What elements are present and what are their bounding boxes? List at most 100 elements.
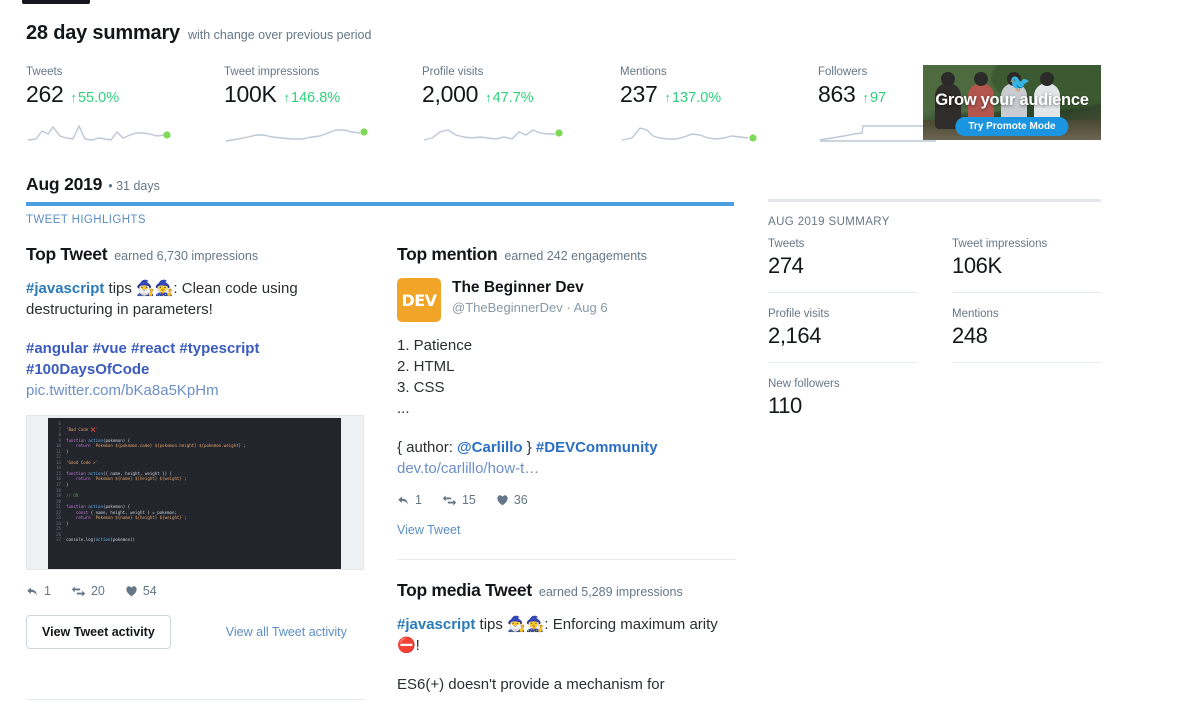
top-tweet-text: #javascript tips 🧙‍♂️🧙‍♀️: Clean code us… [26, 278, 371, 401]
stat-profile-visits: Profile visits 2,164 [768, 308, 917, 363]
metric-tweet-impressions[interactable]: Tweet impressions 100K ↑ 146.8% [224, 65, 422, 145]
arrow-up-icon: ↑ [283, 90, 291, 105]
mention-user-handle[interactable]: @TheBeginnerDev · Aug 6 [452, 300, 608, 315]
metric-delta-value: 97 [869, 89, 887, 106]
top-tweet-actions: View Tweet activity View all Tweet activ… [26, 615, 371, 649]
arrow-up-icon: ↑ [862, 90, 869, 105]
top-tweet-header: Top Tweet earned 6,730 impressions [26, 244, 371, 265]
top-media-tweet-title: Top media Tweet [397, 580, 532, 600]
mention-link[interactable]: dev.to/carlillo/how-t… [397, 458, 737, 479]
avatar[interactable]: DEV [397, 278, 441, 322]
mention-user-name[interactable]: The Beginner Dev [452, 278, 608, 297]
stat-value: 106K [952, 253, 1002, 278]
metric-profile-visits[interactable]: Profile visits 2,000 ↑ 47.7% [422, 65, 620, 145]
mention-line-3: 3. CSS [397, 379, 445, 396]
tab-tweet-highlights[interactable]: TWEET HIGHLIGHTS [26, 214, 146, 226]
reply-stat[interactable]: 1 [26, 584, 51, 598]
month-summary-stats: Tweets 274 Tweet impressions 106K Profil… [768, 238, 1101, 447]
code-content: 6 7 'Bad Code ❌' 8 9 function action(pokem… [56, 421, 246, 543]
metric-tweets[interactable]: Tweets 262 ↑ 55.0% [26, 65, 224, 145]
mention-user[interactable]: DEV The Beginner Dev @TheBeginnerDev · A… [397, 278, 737, 322]
mention-body: 1. Patience 2. HTML 3. CSS ... { author:… [397, 335, 737, 479]
view-all-tweet-activity-link[interactable]: View all Tweet activity [226, 625, 347, 639]
stat-tweets: Tweets 274 [768, 238, 917, 293]
tweet-code-screenshot[interactable]: 6 7 'Bad Code ❌' 8 9 function action(pokem… [26, 415, 364, 570]
metric-value: 262 [26, 81, 64, 107]
tweet-pic-link[interactable]: pic.twitter.com/bKa8a5KpHm [26, 380, 371, 401]
sparkline-end-dot [749, 134, 757, 142]
metric-delta-value: 47.7% [492, 89, 534, 106]
sparkline-end-dot [555, 129, 563, 137]
stat-new-followers: New followers 110 [768, 378, 917, 432]
author-handle[interactable]: @Carlillo [457, 439, 522, 456]
month-summary-sidebar: Tweets 274 Tweet impressions 106K Profil… [768, 238, 1101, 447]
retweet-icon [71, 586, 86, 596]
active-tab-underline [26, 202, 734, 206]
metric-mentions[interactable]: Mentions 237 ↑ 137.0% [620, 65, 818, 145]
arrow-up-icon: ↑ [485, 90, 492, 105]
promote-mode-banner[interactable]: 🐦 Grow your audience Try Promote Mode [923, 65, 1101, 140]
top-mention-engagements: 1 15 36 [397, 493, 737, 507]
hashtag-javascript[interactable]: #javascript [26, 280, 104, 297]
hashtag-group-1[interactable]: #angular #vue #react #typescript [26, 338, 371, 359]
top-mention-meta: earned 242 engagements [504, 249, 647, 263]
mid-column-divider [397, 559, 735, 560]
top-media-tweet-meta: earned 5,289 impressions [538, 585, 683, 599]
metric-delta-value: 146.8% [291, 89, 341, 106]
reply-icon [398, 495, 408, 505]
hashtag-javascript[interactable]: #javascript [397, 616, 475, 633]
stat-value: 248 [952, 323, 988, 348]
top-mention-header: Top mention earned 242 engagements [397, 244, 737, 265]
like-stat[interactable]: 36 [496, 493, 528, 507]
stat-value: 110 [768, 393, 802, 418]
mention-line-1: 1. Patience [397, 337, 473, 354]
top-mention-title: Top mention [397, 244, 498, 264]
sparkline-end-dot [360, 128, 368, 136]
metric-delta: ↑ 146.8% [284, 90, 341, 106]
metric-delta: ↑ 97 [862, 90, 886, 106]
stat-value: 2,164 [768, 323, 822, 348]
like-count: 54 [142, 584, 157, 598]
metric-label: Tweets [26, 66, 63, 78]
sparkline-tweet-impressions [225, 128, 368, 142]
top-tweet-engagements: 1 20 54 [26, 584, 371, 598]
stat-label: New followers [768, 378, 840, 390]
month-header: Aug 2019 • 31 days [26, 174, 160, 195]
retweet-stat[interactable]: 20 [71, 584, 105, 598]
sidebar-divider [768, 199, 1101, 202]
mention-line-4: ... [397, 400, 410, 417]
arrow-up-icon: ↑ [664, 90, 671, 105]
author-prefix: { author: [397, 439, 458, 456]
metric-value: 100K [224, 81, 277, 107]
summary-subtitle: with change over previous period [187, 28, 372, 42]
metric-delta-value: 137.0% [671, 89, 722, 106]
month-summary-caption: AUG 2019 SUMMARY [768, 216, 890, 228]
stat-label: Profile visits [768, 308, 830, 320]
heart-icon [497, 495, 508, 506]
media-tweet-line-2: ES6(+) doesn't provide a mechanism for [397, 676, 665, 693]
hashtag-devcommunity[interactable]: #DEVCommunity [536, 439, 658, 456]
reply-stat[interactable]: 1 [397, 493, 422, 507]
retweet-count: 20 [90, 584, 105, 598]
sparkline-followers [819, 122, 936, 142]
hashtag-group-2[interactable]: #100DaysOfCode [26, 359, 371, 380]
mention-line-2: 2. HTML [397, 358, 455, 375]
like-stat[interactable]: 54 [125, 584, 157, 598]
sparkline-mentions [621, 127, 757, 142]
try-promote-mode-button[interactable]: Try Promote Mode [955, 117, 1069, 136]
reply-count: 1 [415, 493, 422, 507]
stat-label: Tweet impressions [952, 238, 1048, 250]
stat-value: 274 [768, 253, 804, 278]
view-tweet-activity-button[interactable]: View Tweet activity [26, 615, 171, 649]
banner-title: Grow your audience [935, 91, 1089, 109]
retweet-stat[interactable]: 15 [442, 493, 476, 507]
like-count: 36 [513, 493, 528, 507]
left-column-divider [26, 699, 364, 700]
metric-delta: ↑ 47.7% [485, 90, 534, 106]
stat-label: Mentions [952, 308, 999, 320]
metric-label: Profile visits [422, 66, 484, 78]
sparkline-profile-visits [423, 129, 563, 141]
mention-author-line: { author: @Carlillo } #DEVCommunity [397, 437, 737, 458]
view-tweet-link[interactable]: View Tweet [397, 523, 737, 537]
top-mention-card: Top mention earned 242 engagements DEV T… [397, 244, 737, 710]
